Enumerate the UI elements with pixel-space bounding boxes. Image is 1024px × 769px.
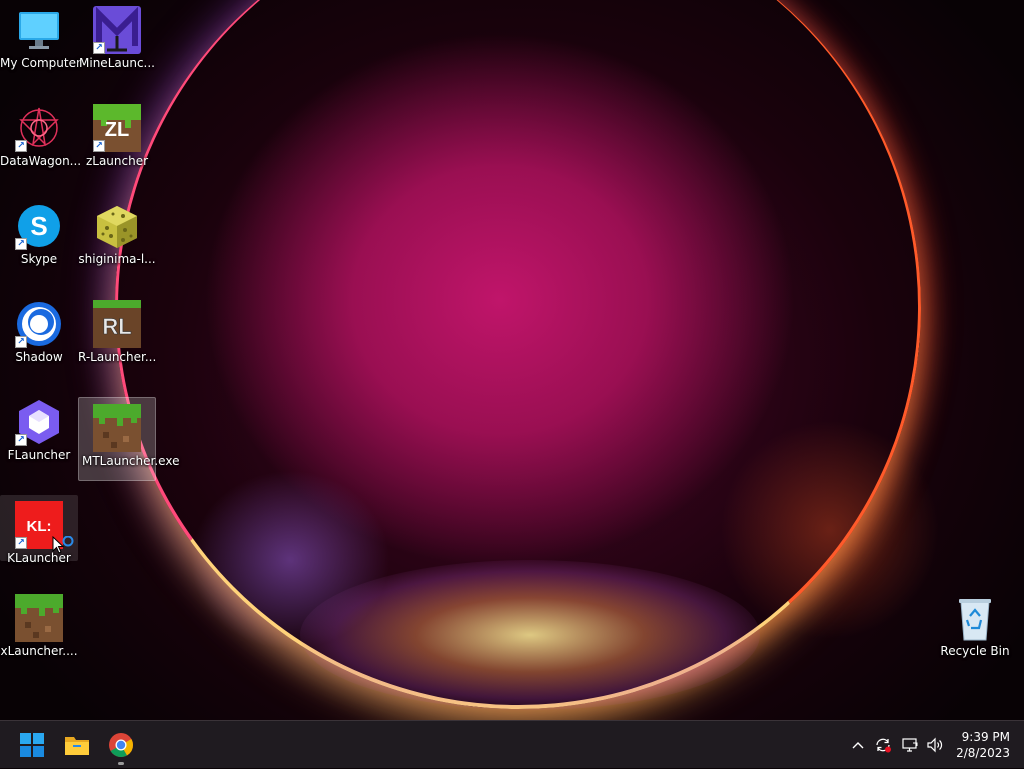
clock-time: 9:39 PM bbox=[961, 730, 1010, 744]
desktop-icon-label: MTLauncher.exe bbox=[82, 454, 180, 468]
datawagon-icon: ↗ bbox=[15, 104, 63, 152]
shortcut-arrow-icon: ↗ bbox=[15, 537, 27, 549]
desktop-icon-flauncher[interactable]: ↗ FLauncher bbox=[0, 392, 78, 462]
windows-start-icon bbox=[20, 733, 44, 757]
grass-block-icon bbox=[93, 404, 141, 452]
wallpaper-glow-bottom bbox=[300, 560, 760, 710]
desktop-icon-mtlauncher[interactable]: MTLauncher.exe bbox=[78, 397, 180, 481]
chevron-up-icon bbox=[852, 742, 864, 749]
shortcut-arrow-icon: ↗ bbox=[15, 140, 27, 152]
desktop-icon-skype[interactable]: S ↗ Skype bbox=[0, 196, 78, 266]
volume-icon bbox=[927, 737, 943, 753]
sync-icon bbox=[876, 738, 891, 753]
start-button[interactable] bbox=[14, 727, 50, 763]
chrome-icon bbox=[109, 733, 133, 758]
clock[interactable]: 9:39 PM 2/8/2023 bbox=[956, 729, 1010, 761]
desktop-icon-label: My Computer bbox=[0, 56, 81, 70]
zlauncher-icon: ZL ↗ bbox=[93, 104, 141, 152]
show-hidden-icons-button[interactable] bbox=[849, 721, 867, 769]
desktop-icon-rlauncher[interactable]: RL R-Launcher... bbox=[78, 294, 156, 364]
file-explorer-button[interactable] bbox=[59, 727, 95, 763]
desktop-icon-label: Recycle Bin bbox=[940, 644, 1010, 658]
desktop-icon-shadow[interactable]: ↗ Shadow bbox=[0, 294, 78, 364]
desktop-icon-label: MineLaunc... bbox=[79, 56, 155, 70]
desktop-icon-label: Skype bbox=[20, 252, 58, 266]
mouse-cursor-icon bbox=[52, 535, 78, 562]
volume-button[interactable] bbox=[924, 721, 946, 769]
desktop-icon-shiginima[interactable]: shiginima-l... bbox=[78, 196, 156, 266]
zlauncher-letters: ZL bbox=[105, 119, 129, 141]
network-icon bbox=[902, 738, 918, 752]
taskbar: 9:39 PM 2/8/2023 bbox=[0, 720, 1024, 768]
sponge-block-icon bbox=[93, 202, 141, 250]
shortcut-arrow-icon: ↗ bbox=[93, 140, 105, 152]
chrome-button[interactable] bbox=[103, 727, 139, 765]
desktop-icon-label: DataWagon... bbox=[0, 154, 82, 168]
monitor-icon bbox=[15, 6, 63, 54]
desktop-icon-label: Shadow bbox=[15, 350, 63, 364]
rlauncher-icon: RL bbox=[93, 300, 141, 348]
network-button[interactable] bbox=[899, 721, 921, 769]
flauncher-icon: ↗ bbox=[15, 398, 63, 446]
desktop-icon-recycle-bin[interactable]: Recycle Bin bbox=[936, 588, 1014, 658]
running-indicator bbox=[118, 762, 124, 765]
desktop-icon-zlauncher[interactable]: ZL ↗ zLauncher bbox=[78, 98, 156, 168]
shortcut-arrow-icon: ↗ bbox=[93, 42, 105, 54]
file-explorer-icon bbox=[65, 737, 89, 755]
shortcut-arrow-icon: ↗ bbox=[15, 238, 27, 250]
desktop-icon-my-computer[interactable]: My Computer bbox=[0, 0, 81, 70]
desktop-icon-datawagon[interactable]: ↗ DataWagon... bbox=[0, 98, 81, 168]
desktop-icon-label: FLauncher bbox=[7, 448, 71, 462]
desktop-icon-label: R-Launcher... bbox=[78, 350, 157, 364]
desktop-icon-xlauncher[interactable]: xLauncher.... bbox=[0, 588, 78, 658]
clock-date: 2/8/2023 bbox=[956, 746, 1010, 760]
shortcut-arrow-icon: ↗ bbox=[15, 434, 27, 446]
recycle-bin-icon bbox=[951, 594, 999, 642]
grass-block-icon bbox=[15, 594, 63, 642]
shadow-icon: ↗ bbox=[15, 300, 63, 348]
skype-letter: S bbox=[30, 211, 47, 241]
desktop-icon-label: shiginima-l... bbox=[78, 252, 156, 266]
rlauncher-letters: RL bbox=[102, 314, 131, 339]
desktop-icon-label: zLauncher bbox=[85, 154, 149, 168]
shortcut-arrow-icon: ↗ bbox=[15, 336, 27, 348]
desktop-icon-minelauncher[interactable]: ↗ MineLaunc... bbox=[78, 0, 156, 70]
minelauncher-icon: ↗ bbox=[93, 6, 141, 54]
desktop-icon-label: xLauncher.... bbox=[0, 644, 78, 658]
skype-icon: S ↗ bbox=[15, 202, 63, 250]
klauncher-letters: KL: bbox=[27, 518, 52, 535]
sync-status-button[interactable] bbox=[872, 721, 894, 769]
